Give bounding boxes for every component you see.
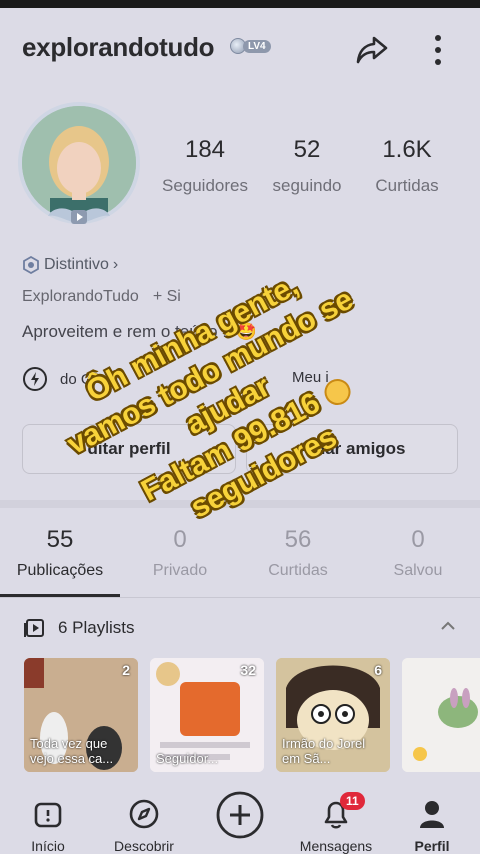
- nav-label: Início: [31, 838, 65, 854]
- stat-value: 184: [184, 136, 226, 163]
- chevron-right-icon: ›: [112, 256, 119, 273]
- stat-label: Seguidores: [161, 176, 248, 195]
- link-row[interactable]: do G Meu i: [22, 366, 329, 392]
- playlist-caption: Seguidor...: [156, 751, 219, 766]
- nav-descobrir[interactable]: Descobrir: [96, 796, 192, 854]
- nav-mensagens[interactable]: 11 Mensagens: [288, 792, 384, 854]
- name-row: ExplorandoTudo + Si: [22, 288, 181, 306]
- header: explorandotudo LV4: [0, 8, 480, 82]
- tab-label: Salvou: [393, 562, 443, 579]
- playlist-count: 32: [240, 662, 256, 678]
- nav-inicio[interactable]: Início: [0, 796, 96, 854]
- add-link[interactable]: + Si: [153, 288, 181, 306]
- playlist-thumbnail: [402, 658, 480, 772]
- playlist-card[interactable]: 32 Seguidor...: [150, 658, 264, 772]
- tab-count: 56: [284, 526, 312, 553]
- tab-count: 0: [173, 526, 187, 553]
- level-badge[interactable]: LV4: [230, 38, 271, 54]
- add-friends-button[interactable]: A nar amigos: [246, 424, 458, 474]
- stat-following[interactable]: 52 seguindo: [252, 136, 362, 196]
- username: explorandotudo: [22, 32, 215, 62]
- nav-label: Descobrir: [114, 838, 174, 854]
- stat-label: Curtidas: [375, 176, 439, 195]
- compass-icon: [129, 799, 159, 829]
- tab-count: 55: [46, 526, 74, 553]
- more-vertical-icon: [435, 35, 441, 65]
- playlist-caption: Toda vez que vejo essa ca...: [30, 736, 114, 766]
- avatar-container[interactable]: [18, 102, 140, 230]
- tab-count: 0: [411, 526, 425, 553]
- tab-label: Privado: [152, 562, 208, 579]
- playlist-caption: Irmão do Jorel em Sã...: [282, 736, 366, 766]
- stat-label: seguindo: [272, 176, 342, 195]
- home-icon: [34, 802, 62, 828]
- stat-likes[interactable]: 1.6K Curtidas: [352, 136, 462, 196]
- person-icon: [420, 801, 444, 828]
- stat-followers[interactable]: 184 Seguidores: [150, 136, 260, 196]
- tab-label: Publicações: [16, 562, 104, 579]
- tab-label: Curtidas: [268, 562, 328, 579]
- tab-salvou[interactable]: 0 Salvou: [358, 526, 478, 580]
- playlist-card[interactable]: 2 Toda vez que vejo essa ca...: [24, 658, 138, 772]
- tab-curtidas[interactable]: 56 Curtidas: [238, 526, 358, 580]
- content-tabs: 55 Publicações 0 Privado 56 Curtidas 0 S…: [0, 526, 480, 598]
- nav-label: Perfil: [414, 838, 450, 854]
- playlist-thumbnails: 2 Toda vez que vejo essa ca... 32 Seguid…: [24, 658, 480, 772]
- bottom-navigation: Início Descobrir 11 Mensagens Perfil: [0, 784, 480, 854]
- tab-privado[interactable]: 0 Privado: [120, 526, 240, 580]
- tabs-divider: [0, 597, 480, 598]
- chevron-up-icon[interactable]: [440, 618, 456, 634]
- playlists-label: 6 Playlists: [58, 618, 135, 637]
- playlists-header[interactable]: 6 Playlists: [24, 616, 464, 640]
- playlist-count: 2: [122, 662, 130, 678]
- level-label: LV4: [243, 39, 271, 53]
- wings-frame-icon: [48, 208, 110, 224]
- display-name: ExplorandoTudo: [22, 288, 139, 305]
- bio: Aproveitem e rem o teúdo !i 🤩: [22, 322, 257, 341]
- notification-badge: 11: [340, 792, 365, 810]
- stat-value: 52: [293, 136, 321, 163]
- nav-label: Mensagens: [299, 838, 373, 854]
- nav-create[interactable]: [192, 790, 288, 840]
- more-button[interactable]: [424, 30, 452, 70]
- section-divider: [0, 500, 480, 508]
- playlist-card[interactable]: 6 Irmão do Jorel em Sã...: [276, 658, 390, 772]
- profile-stats: 184 Seguidores 52 seguindo 1.6K Curtidas: [150, 136, 480, 206]
- edit-profile-button[interactable]: ditar perfil: [22, 424, 236, 474]
- lightning-icon: [23, 367, 47, 391]
- playlist-card[interactable]: [402, 658, 480, 772]
- hexagon-badge-icon: [23, 256, 39, 274]
- distintivo-label: Distintivo: [44, 256, 109, 273]
- link-text: do G: [60, 370, 93, 388]
- share-arrow-icon: [356, 36, 388, 64]
- tab-publicacoes[interactable]: 55 Publicações: [0, 526, 120, 580]
- screen: explorandotudo LV4 184 Seguidores 52 seg…: [0, 8, 480, 854]
- stat-value: 1.6K: [382, 136, 432, 163]
- playlist-count: 6: [374, 662, 382, 678]
- playlist-icon: [24, 619, 44, 637]
- plus-icon: [216, 791, 264, 839]
- link-extra: Meu i: [292, 369, 329, 386]
- distintivo-link[interactable]: Distintivo ›: [22, 256, 118, 274]
- nav-perfil[interactable]: Perfil: [384, 796, 480, 854]
- share-button[interactable]: [352, 30, 392, 70]
